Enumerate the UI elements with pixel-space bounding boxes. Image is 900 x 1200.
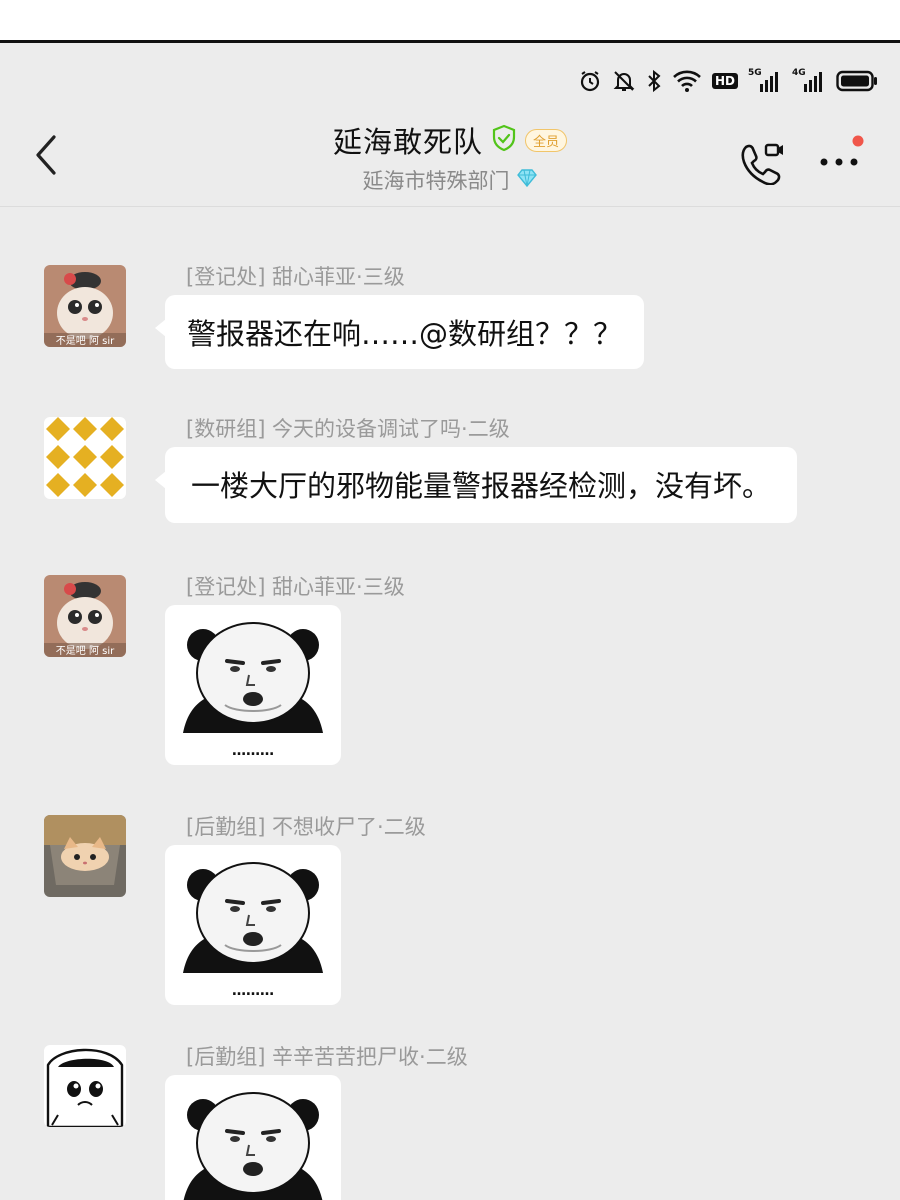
battery-icon (836, 67, 878, 95)
message-bubble[interactable]: 警报器还在响……@数研组？？？ (154, 295, 645, 369)
more-button[interactable] (818, 135, 868, 175)
hd-label: HD (711, 73, 738, 89)
svg-text:不是吧 阿 sir: 不是吧 阿 sir (56, 645, 115, 657)
avatar-cat[interactable]: 不是吧 阿 sir (44, 265, 126, 347)
panda-sticker (183, 622, 323, 733)
sender-label: [登记处] 甜心菲亚·三级 (186, 575, 405, 599)
sticker-message[interactable]: ……… (165, 845, 341, 1005)
svg-text:不是吧 阿 sir: 不是吧 阿 sir (56, 335, 115, 347)
net1-label: 5G (748, 68, 762, 78)
panda-sticker (183, 862, 323, 973)
phone-video-icon (741, 143, 783, 186)
sender-label: [后勤组] 辛辛苦苦把尸收·二级 (186, 1045, 468, 1069)
video-call-button[interactable] (738, 141, 786, 186)
message-bubble[interactable]: 一楼大厅的邪物能量警报器经检测，没有坏。 (154, 447, 798, 523)
notification-dot (852, 135, 864, 147)
sender-label: [后勤组] 不想收尸了·二级 (186, 815, 426, 839)
signal-4g-icon: 4G (792, 68, 826, 92)
chat-screen: HD 5G 4G 延海敢死队 全员 延海市特殊部门 不是吧 阿 sir [登记处… (0, 43, 900, 1200)
avatar-kitten[interactable] (44, 815, 126, 897)
bluetooth-icon (646, 67, 662, 95)
panda-sticker (183, 1092, 323, 1200)
sender-label: [数研组] 今天的设备调试了吗·二级 (186, 417, 510, 441)
sticker-message[interactable]: ……… (165, 605, 341, 765)
verified-shield-icon (491, 124, 517, 156)
sticker-caption: ……… (232, 743, 274, 759)
status-bar: HD 5G 4G (578, 65, 878, 97)
signal-5g-icon: 5G (748, 68, 782, 92)
avatar-pattern[interactable] (44, 417, 126, 499)
top-margin (0, 0, 900, 40)
group-title: 延海敢死队 (332, 125, 483, 159)
sticker-message[interactable] (165, 1075, 341, 1200)
avatar-cartoon[interactable] (44, 1045, 126, 1127)
message-text: 警报器还在响……@数研组？？？ (187, 317, 623, 351)
mute-bell-icon (612, 67, 636, 95)
alarm-icon (578, 67, 602, 95)
net2-label: 4G (792, 68, 806, 78)
member-badge: 全员 (525, 128, 568, 152)
hd-icon: HD (711, 67, 738, 95)
diamond-icon (516, 168, 538, 192)
more-dots-icon (820, 135, 864, 166)
message-text: 一楼大厅的邪物能量警报器经检测，没有坏。 (191, 469, 772, 503)
sender-label: [登记处] 甜心菲亚·三级 (186, 265, 405, 289)
group-subtitle: 延海市特殊部门 (362, 169, 510, 193)
chat-header: 延海敢死队 全员 延海市特殊部门 (0, 113, 900, 207)
avatar-cat[interactable]: 不是吧 阿 sir (44, 575, 126, 657)
wifi-icon (672, 67, 702, 95)
sticker-caption: ……… (232, 983, 274, 999)
